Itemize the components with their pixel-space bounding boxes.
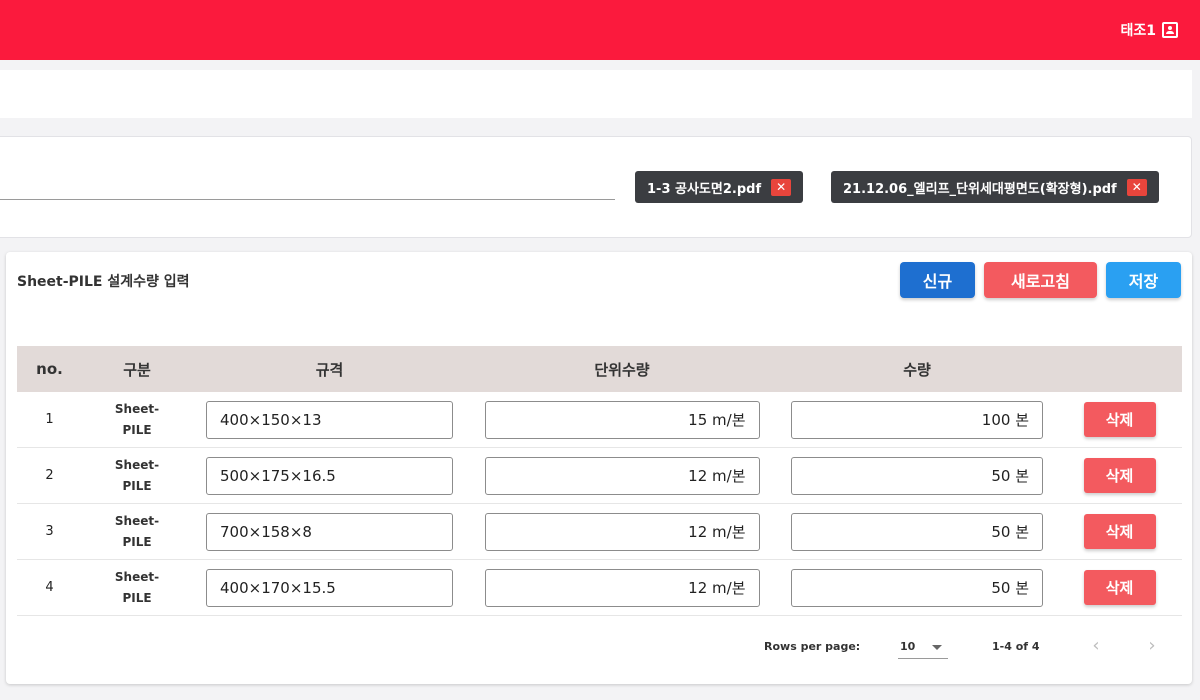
row-qty-cell [777,447,1057,504]
row-action-cell: 삭제 [1057,503,1182,560]
spec-input[interactable] [206,456,453,495]
row-action-cell: 삭제 [1057,392,1182,448]
table-row: 3 Sheet- PILE 삭제 [17,503,1182,560]
header-qty: 수량 [777,346,1057,392]
row-kind: Sheet- PILE [82,559,192,616]
kind-line: Sheet- [114,401,160,416]
table-row: 1 Sheet- PILE 삭제 [17,392,1182,448]
close-icon[interactable]: ✕ [1126,178,1147,196]
user-menu[interactable]: 태조1 [1120,20,1178,40]
table-row: 2 Sheet- PILE 삭제 [17,447,1182,504]
user-name: 태조1 [1120,23,1156,39]
row-spec-cell [192,392,467,448]
kind-line: Sheet- [114,457,160,472]
kind-line: PILE [122,590,152,605]
row-action-cell: 삭제 [1057,447,1182,504]
chevron-left-icon[interactable]: ‹ [1084,635,1108,659]
delete-button[interactable]: 삭제 [1083,402,1156,437]
kind-line: PILE [122,422,152,437]
row-qty-cell [777,559,1057,616]
file-upload-panel: 1-3 공사도면2.pdf ✕ 21.12.06_엘리프_단위세대평면도(확장형… [0,136,1192,238]
unit-quantity-input[interactable] [484,568,760,607]
row-no: 2 [17,447,82,504]
delete-button[interactable]: 삭제 [1083,514,1156,549]
chevron-down-icon [932,645,942,650]
unit-quantity-input[interactable] [484,456,760,495]
attachment-name: 1-3 공사도면2.pdf [647,181,762,197]
kind-line: PILE [122,534,152,549]
top-app-bar: 태조1 [0,0,1200,60]
kind-line: PILE [122,478,152,493]
header-spec: 규격 [192,346,467,392]
kind-line: Sheet- [114,569,160,584]
unit-quantity-input[interactable] [484,512,760,551]
table-row: 4 Sheet- PILE 삭제 [17,559,1182,616]
row-no: 3 [17,503,82,560]
quantity-table: no. 구분 규격 단위수량 수량 1 Sheet- PILE 삭제 2 Shee… [17,346,1182,616]
refresh-button[interactable]: 새로고침 [984,262,1097,298]
quantity-input[interactable] [791,512,1043,551]
account-box-icon[interactable] [1162,22,1178,38]
delete-button[interactable]: 삭제 [1083,458,1156,493]
new-button[interactable]: 신규 [900,262,975,298]
quantity-input[interactable] [791,568,1043,607]
attachment-chip: 1-3 공사도면2.pdf ✕ [635,171,804,203]
quantity-input-card: Sheet-PILE 설계수량 입력 신규 새로고침 저장 no. 구분 규격 … [6,252,1192,684]
header-no: no. [17,346,82,392]
page-range: 1-4 of 4 [992,640,1040,653]
spec-input[interactable] [206,400,453,439]
chevron-right-icon[interactable]: › [1140,635,1164,659]
file-input-underline[interactable] [0,199,615,200]
row-kind: Sheet- PILE [82,447,192,504]
save-button[interactable]: 저장 [1106,262,1181,298]
row-kind: Sheet- PILE [82,392,192,448]
header-unit-qty: 단위수량 [467,346,777,392]
row-spec-cell [192,559,467,616]
row-action-cell: 삭제 [1057,559,1182,616]
row-kind: Sheet- PILE [82,503,192,560]
unit-quantity-input[interactable] [484,400,760,439]
rows-per-page-select[interactable]: 10 [898,635,948,659]
row-no: 4 [17,559,82,616]
quantity-input[interactable] [791,456,1043,495]
spec-input[interactable] [206,568,453,607]
rows-per-page-value: 10 [900,640,916,653]
row-spec-cell [192,503,467,560]
quantity-input[interactable] [791,400,1043,439]
kind-line: Sheet- [114,513,160,528]
header-kind: 구분 [82,346,192,392]
spec-input[interactable] [206,512,453,551]
row-unit-cell [467,392,777,448]
rows-per-page-label: Rows per page: [764,640,861,653]
table-header-row: no. 구분 규격 단위수량 수량 [17,346,1182,392]
row-spec-cell [192,447,467,504]
row-no: 1 [17,392,82,448]
attachment-chip: 21.12.06_엘리프_단위세대평면도(확장형).pdf ✕ [831,171,1159,203]
row-unit-cell [467,503,777,560]
toolbar-strip [0,70,1192,118]
header-actions [1057,346,1182,392]
delete-button[interactable]: 삭제 [1083,570,1156,605]
row-qty-cell [777,392,1057,448]
row-unit-cell [467,447,777,504]
row-qty-cell [777,503,1057,560]
table-pagination: Rows per page: 10 1-4 of 4 ‹ › [6,627,1192,667]
attachment-name: 21.12.06_엘리프_단위세대평면도(확장형).pdf [843,181,1117,197]
card-title: Sheet-PILE 설계수량 입력 [17,274,190,290]
row-unit-cell [467,559,777,616]
close-icon[interactable]: ✕ [771,178,792,196]
